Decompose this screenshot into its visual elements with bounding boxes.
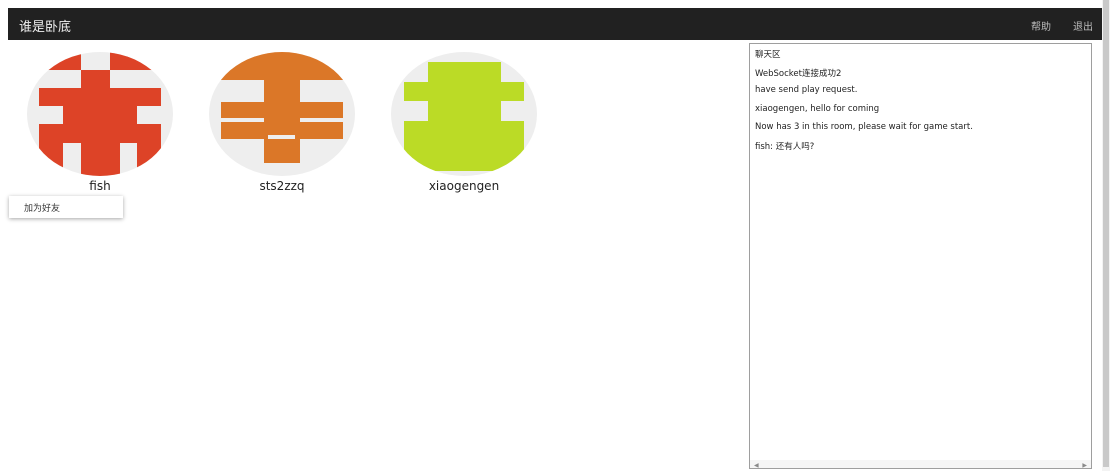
identicon-avatar-icon — [404, 62, 524, 171]
identicon-avatar-icon — [37, 52, 161, 176]
app-title: 谁是卧底 — [19, 20, 72, 35]
player-name: xiaogengen — [428, 179, 500, 193]
chat-panel[interactable]: 聊天区 WebSocket连接成功2 have send play reques… — [749, 43, 1092, 469]
player-card-fish[interactable]: fish — [27, 52, 173, 193]
scroll-left-icon[interactable]: ◀ — [754, 462, 759, 469]
chat-message: have send play request. — [755, 85, 858, 95]
avatar-pattern — [404, 62, 524, 171]
avatar[interactable] — [27, 52, 173, 176]
avatar-pattern — [37, 52, 161, 176]
player-name: fish — [89, 179, 111, 193]
scroll-right-icon[interactable]: ▶ — [1082, 462, 1087, 469]
avatar-pattern — [221, 52, 343, 163]
chat-message: WebSocket连接成功2 — [755, 69, 842, 79]
chat-header: 聊天区 — [755, 50, 781, 60]
add-friend-menu-item[interactable]: 加为好友 — [24, 201, 60, 214]
logout-link[interactable]: 退出 — [1073, 18, 1093, 33]
page-vertical-scrollbar[interactable] — [1102, 0, 1110, 471]
horizontal-scrollbar[interactable]: ◀ ▶ — [750, 460, 1091, 469]
chat-message: fish: 还有人吗? — [755, 142, 815, 152]
chat-message: Now has 3 in this room, please wait for … — [755, 122, 973, 132]
scrollbar-thumb[interactable] — [1103, 0, 1109, 467]
avatar[interactable] — [209, 52, 355, 176]
avatar[interactable] — [391, 52, 537, 176]
player-card-sts2zzq[interactable]: sts2zzq — [209, 52, 355, 193]
top-navigation-bar: 谁是卧底 帮助 退出 — [8, 8, 1102, 40]
player-card-xiaogengen[interactable]: xiaogengen — [391, 52, 537, 193]
help-link[interactable]: 帮助 — [1031, 18, 1051, 33]
identicon-avatar-icon — [221, 52, 343, 163]
chat-message: xiaogengen, hello for coming — [755, 104, 880, 114]
player-name: sts2zzq — [259, 179, 305, 193]
player-context-menu: 加为好友 — [9, 196, 123, 218]
